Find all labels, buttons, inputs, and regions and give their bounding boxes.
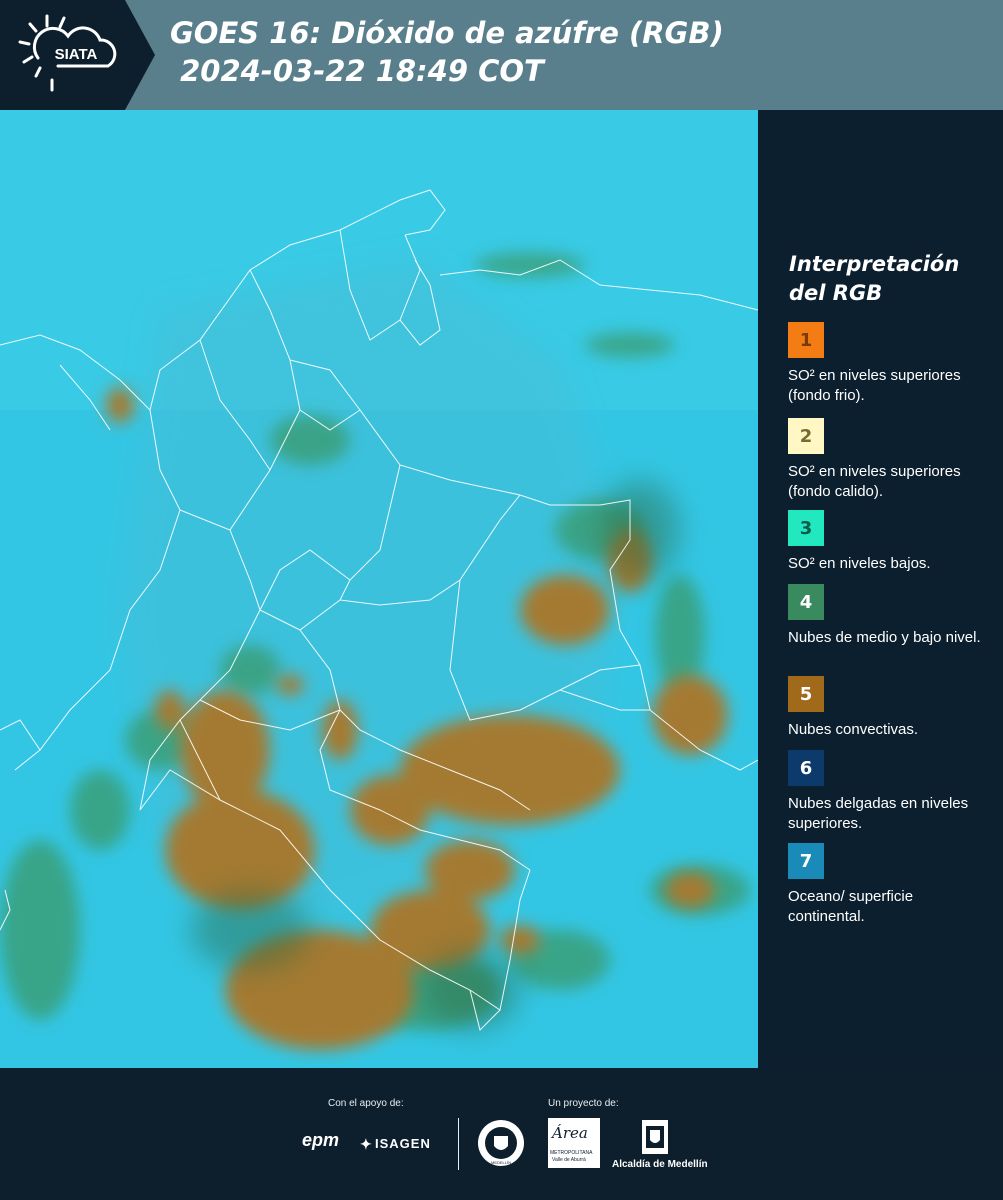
area-caption: METROPOLITANA — [550, 1150, 593, 1156]
support-label: Con el apoyo de: — [328, 1098, 404, 1109]
area-word: Área — [552, 1124, 588, 1142]
project-label: Un proyecto de: — [548, 1098, 619, 1109]
title-line-1: GOES 16: Dióxido de azúfre (RGB) — [170, 16, 724, 50]
isagen-logo: ISAGEN — [375, 1136, 431, 1151]
legend-item-2: 2 SO² en niveles superiores (fondo calid… — [788, 418, 988, 502]
legend-label: Nubes delgadas en niveles superiores. — [788, 795, 969, 832]
area-caption-2: Valle de Aburrá — [552, 1157, 586, 1163]
legend-item-7: 7 Oceano/ superficie continental. — [788, 843, 988, 927]
legend-item-4: 4 Nubes de medio y bajo nivel. — [788, 584, 988, 648]
alcaldia-shield-icon — [642, 1120, 668, 1154]
legend-title: Interpretación del RGB — [789, 252, 960, 305]
epm-logo: epm — [302, 1130, 340, 1150]
logo-block: SIATA — [0, 0, 155, 110]
legend-label: SO² en niveles bajos. — [788, 555, 931, 572]
legend-swatch: 7 — [788, 843, 824, 879]
legend-label: Oceano/ superficie continental. — [788, 888, 914, 925]
legend-item-1: 1 SO² en niveles superiores (fondo frio)… — [788, 322, 988, 406]
footer-divider — [458, 1118, 459, 1170]
isagen-icon: ✦ — [360, 1136, 372, 1152]
legend-label: SO² en niveles superiores (fondo calido)… — [788, 463, 961, 500]
footer: Con el apoyo de: Un proyecto de: epm ✦ I… — [0, 1070, 1003, 1200]
medellin-seal-icon: MEDELLÍN — [478, 1120, 524, 1166]
map-image — [0, 110, 758, 1068]
legend-swatch: 4 — [788, 584, 824, 620]
area-metropolitana-logo: Área METROPOLITANA Valle de Aburrá — [548, 1118, 600, 1168]
legend-swatch: 3 — [788, 510, 824, 546]
legend-label: Nubes convectivas. — [788, 721, 919, 738]
legend-label: SO² en niveles superiores (fondo frio). — [788, 367, 961, 404]
header: SIATA GOES 16: Dióxido de azúfre (RGB) 2… — [0, 0, 1003, 110]
satellite-map — [0, 110, 758, 1068]
legend-swatch: 2 — [788, 418, 824, 454]
page-title: GOES 16: Dióxido de azúfre (RGB) 2024-03… — [170, 14, 724, 90]
legend-swatch: 5 — [788, 676, 824, 712]
seal-text: MEDELLÍN — [491, 1160, 511, 1165]
title-line-2: 2024-03-22 18:49 COT — [170, 54, 544, 88]
legend-label: Nubes de medio y bajo nivel. — [788, 629, 981, 646]
legend-swatch: 1 — [788, 322, 824, 358]
legend-item-6: 6 Nubes delgadas en niveles superiores. — [788, 750, 988, 834]
legend-panel: Interpretación del RGB 1 SO² en niveles … — [760, 110, 1003, 1068]
legend-item-3: 3 SO² en niveles bajos. — [788, 510, 988, 574]
alcaldia-label: Alcaldía de Medellín — [612, 1159, 708, 1170]
logo-text: SIATA — [55, 46, 98, 63]
legend-swatch: 6 — [788, 750, 824, 786]
legend-item-5: 5 Nubes convectivas. — [788, 676, 988, 740]
